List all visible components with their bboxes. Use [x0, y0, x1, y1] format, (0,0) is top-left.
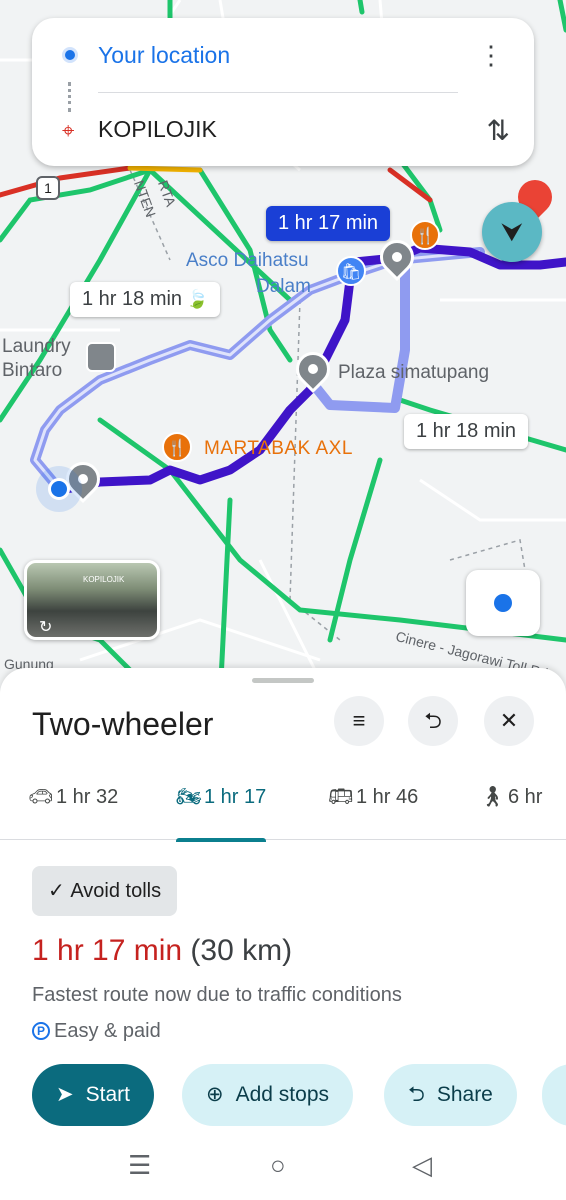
start-label: Start [85, 1083, 130, 1106]
field-divider [98, 92, 458, 93]
shopping-poi-icon[interactable]: 🛍 [336, 256, 366, 286]
origin-field[interactable]: Your location [98, 42, 230, 69]
route-callout-time: 1 hr 17 min [278, 212, 379, 234]
route-description: Fastest route now due to traffic conditi… [32, 984, 402, 1006]
parking-icon: P [32, 1022, 50, 1040]
tab-transit[interactable]: 🚌︎ 1 hr 46 [328, 784, 418, 836]
sheet-drag-handle[interactable] [252, 678, 314, 683]
action-buttons: ➤ Start ⊕ Add stops ⮌ Share [0, 1064, 566, 1128]
close-icon: ✕ [499, 708, 519, 733]
route-callout-time: 1 hr 18 min [416, 420, 517, 442]
tab-drive-label: 1 hr 32 [56, 786, 119, 808]
origin-dot-icon [62, 47, 78, 63]
back-icon[interactable]: ◁ [412, 1150, 432, 1181]
martabak-poi-icon[interactable]: 🍴 [162, 432, 192, 462]
car-icon: 🚗︎ [28, 786, 54, 808]
directions-card: Your location ⋮ ⌖ KOPILOJIK ⇅ [32, 18, 534, 166]
current-location-dot [48, 478, 70, 500]
avoid-tolls-label: Avoid tolls [70, 880, 162, 902]
more-options-icon[interactable]: ⋮ [478, 42, 504, 68]
share-icon: ⮌ [424, 708, 442, 733]
checkmark-icon: ✓ [48, 880, 71, 902]
share-label: Share [436, 1083, 493, 1106]
tab-transit-label: 1 hr 46 [356, 786, 419, 808]
travel-mode-tabs: 🚗︎ 1 hr 32 🏍︎ 1 hr 17 🚌︎ 1 hr 46 🚶︎ 6 hr [0, 778, 566, 842]
close-button[interactable]: ✕ [484, 696, 534, 746]
walk-icon: 🚶︎ [480, 786, 506, 808]
tab-drive[interactable]: 🚗︎ 1 hr 32 [28, 784, 118, 836]
add-stops-label: Add stops [235, 1083, 330, 1106]
route-duration: 1 hr 17 min [32, 934, 183, 967]
route-callout-time: 1 hr 18 min [82, 288, 183, 310]
place-label-plaza[interactable]: Plaza simatupang [338, 362, 489, 384]
my-location-button[interactable] [466, 570, 540, 636]
route-summary: 1 hr 17 min (30 km) [32, 934, 292, 968]
swap-icon[interactable]: ⇅ [487, 114, 510, 147]
share-route-button[interactable]: ⮌ [408, 696, 458, 746]
destination-field[interactable]: KOPILOJIK [98, 116, 217, 143]
location-pin-icon: ⌖ [62, 118, 75, 143]
parking-info: P Easy & paid [32, 1020, 161, 1043]
add-stops-button[interactable]: ⊕ Add stops [182, 1064, 354, 1126]
tab-two-wheeler-label: 1 hr 17 [204, 786, 267, 808]
street-view-icon: ↻ [39, 619, 53, 636]
place-label-dalam[interactable]: Dalam [256, 276, 311, 298]
tab-walk[interactable]: 🚶︎ 6 hr [480, 784, 542, 836]
tab-two-wheeler[interactable]: 🏍︎ 1 hr 17 [176, 784, 267, 842]
recent-apps-icon[interactable]: ☰ [128, 1150, 151, 1181]
system-nav-bar: ☰ ○ ◁ [0, 1134, 566, 1200]
laundry-poi-icon[interactable] [86, 342, 116, 372]
layers-icon: ⮟ [500, 217, 524, 247]
more-actions-button[interactable] [542, 1064, 566, 1126]
destination-row[interactable]: ⌖ KOPILOJIK ⇅ [32, 104, 534, 154]
route-sheet: Two-wheeler ≡ ⮌ ✕ 🚗︎ 1 hr 32 🏍︎ 1 hr 17 🚌︎… [0, 668, 566, 1200]
sliders-icon: ≡ [352, 708, 366, 733]
road-shield-1: 1 [36, 176, 60, 200]
share-button[interactable]: ⮌ Share [384, 1064, 517, 1126]
street-view-thumbnail[interactable]: KOPILOJIK ↻ [24, 560, 160, 640]
place-label-martabak[interactable]: MARTABAK AXL [204, 438, 353, 460]
motorcycle-icon: 🏍︎ [176, 786, 202, 808]
add-location-icon: ⊕ [206, 1083, 224, 1106]
route-callout-selected[interactable]: 1 hr 17 min [266, 206, 391, 241]
restaurant-poi-icon[interactable]: 🍴 [410, 220, 440, 250]
share-icon: ⮌ [408, 1083, 425, 1106]
avoid-tolls-chip[interactable]: ✓ Avoid tolls [32, 866, 178, 916]
navigation-arrow-icon: ➤ [56, 1083, 74, 1106]
my-location-icon [494, 594, 512, 612]
parking-label: Easy & paid [54, 1020, 161, 1042]
home-icon[interactable]: ○ [270, 1150, 286, 1181]
place-label-bintaro[interactable]: Bintaro [2, 360, 62, 382]
route-distance: (30 km) [190, 934, 293, 967]
place-label-laundry[interactable]: Laundry [2, 336, 71, 358]
tab-walk-label: 6 hr [508, 786, 543, 808]
layers-button[interactable]: ⮟ [482, 202, 542, 262]
eco-leaf-icon: 🍃 [186, 289, 209, 309]
route-options-button[interactable]: ≡ [334, 696, 384, 746]
sheet-title: Two-wheeler [32, 706, 214, 742]
active-tab-indicator [176, 838, 267, 842]
route-callout-eco[interactable]: 1 hr 18 min 🍃 [70, 282, 221, 317]
transit-icon: 🚌︎ [328, 786, 354, 808]
place-label-asco[interactable]: Asco Daihatsu [186, 250, 309, 272]
street-view-sign: KOPILOJIK [83, 575, 125, 584]
route-callout-alt[interactable]: 1 hr 18 min [404, 414, 529, 449]
origin-row[interactable]: Your location ⋮ [32, 30, 534, 80]
start-button[interactable]: ➤ Start [32, 1064, 154, 1126]
